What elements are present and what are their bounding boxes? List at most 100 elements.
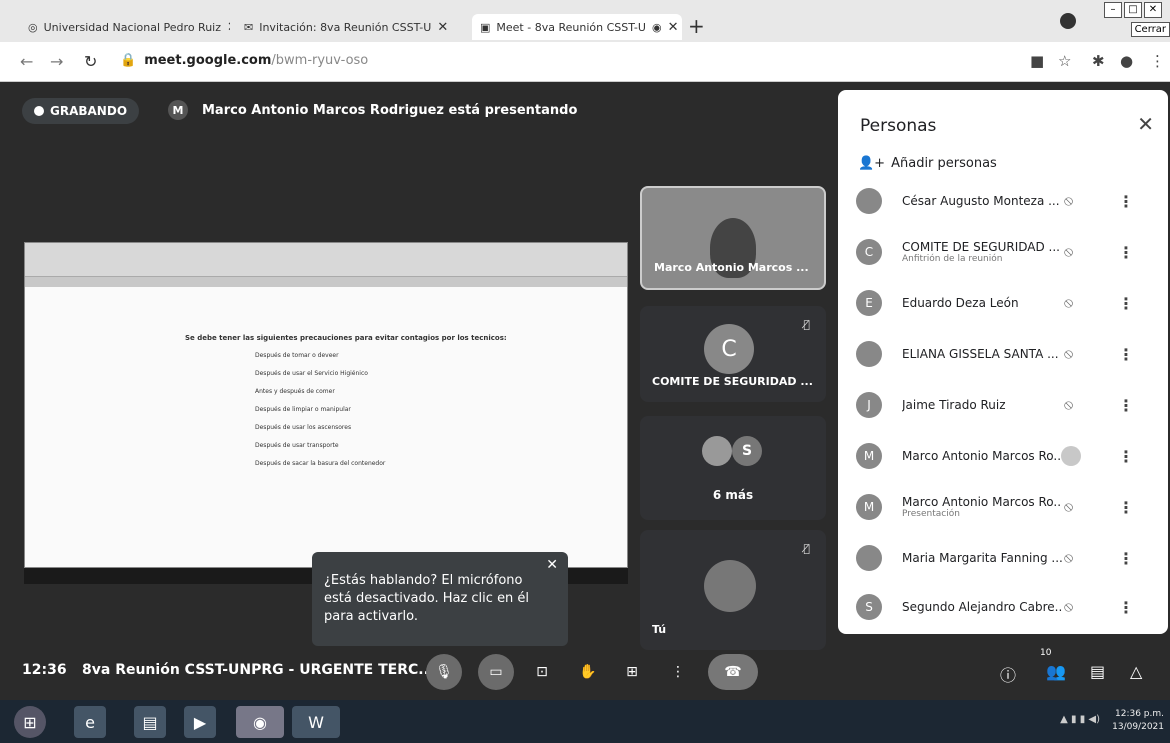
minimize-button[interactable]: – <box>1104 2 1122 18</box>
tile-name: Marco Antonio Marcos ... <box>654 261 809 274</box>
system-tray[interactable]: ▲ ▮ ▮ ◀) <box>1060 714 1100 725</box>
mic-muted-toast[interactable]: ✕ ¿Estás hablando? El micrófono está des… <box>312 552 568 646</box>
end-call-button[interactable]: ☎ <box>708 654 758 690</box>
explorer-icon[interactable]: ▤ <box>134 706 166 738</box>
captions-button[interactable]: ⊡ <box>524 654 560 690</box>
profile-avatar-icon[interactable]: ● <box>1120 52 1133 70</box>
activities-icon[interactable]: △ <box>1130 662 1142 681</box>
new-tab-button[interactable]: + <box>688 14 705 38</box>
lock-icon: 🔒 <box>120 53 137 68</box>
menu-dots-icon[interactable]: ⋮ <box>1150 52 1165 70</box>
clock-date: 13/09/2021 <box>1112 722 1164 732</box>
record-dot-icon <box>34 106 44 116</box>
tile-name: Tú <box>652 623 667 636</box>
more-options-icon[interactable]: ⋮ <box>1118 598 1134 617</box>
raise-hand-button[interactable]: ✋ <box>570 654 606 690</box>
close-icon[interactable]: ✕ <box>546 556 558 574</box>
close-icon[interactable]: ✕ <box>227 20 230 35</box>
url-path: /bwm-ryuv-oso <box>271 53 369 68</box>
info-icon[interactable]: ⓘ <box>1000 662 1016 686</box>
panel-title: Personas <box>860 116 937 136</box>
participant-row[interactable]: ELIANA GISSELA SANTA ... ⦸ ⋮ <box>856 329 1162 379</box>
reload-icon[interactable]: ↻ <box>84 52 97 71</box>
camera-icon[interactable]: ■ <box>1030 52 1044 70</box>
toast-text: ¿Estás hablando? El micrófono está desac… <box>324 573 530 624</box>
people-icon[interactable]: 👥 <box>1046 662 1066 681</box>
tab-universidad[interactable]: ◎ Universidad Nacional Pedro Ruiz ✕ <box>20 14 230 40</box>
chrome-icon[interactable]: ◉ <box>236 706 284 738</box>
more-options-icon[interactable]: ⋮ <box>1118 345 1134 364</box>
more-options-icon[interactable]: ⋮ <box>1118 447 1134 466</box>
participant-row[interactable]: Maria Margarita Fanning ... ⦸ ⋮ <box>856 533 1162 583</box>
maximize-button[interactable]: □ <box>1124 2 1142 18</box>
participant-name: ELIANA GISSELA SANTA ... <box>902 347 1059 361</box>
mic-toggle-button[interactable]: 🎙 <box>426 654 462 690</box>
close-icon[interactable]: ✕ <box>668 20 679 35</box>
close-window-button[interactable]: ✕ <box>1144 2 1162 18</box>
add-people-button[interactable]: 👤+ Añadir personas <box>858 156 997 171</box>
tab-invitacion[interactable]: ✉ Invitación: 8va Reunión CSST-U ✕ <box>236 14 466 40</box>
participant-row[interactable]: M Marco Antonio Marcos Ro... ⋮ <box>856 431 1162 481</box>
add-people-label: Añadir personas <box>891 156 997 171</box>
more-options-icon[interactable]: ⋮ <box>1118 498 1134 517</box>
word-icon[interactable]: W <box>292 706 340 738</box>
window-controls: – □ ✕ <box>1104 2 1162 18</box>
participant-name: César Augusto Monteza ... <box>902 194 1060 208</box>
participant-role: Anfitrión de la reunión <box>902 254 1003 264</box>
participant-tile-self[interactable]: 🎙̸ Tú <box>640 530 826 650</box>
more-options-icon[interactable]: ⋮ <box>1118 192 1134 211</box>
participant-avatar <box>856 545 882 571</box>
more-options-icon[interactable]: ⋮ <box>1118 294 1134 313</box>
more-options-icon[interactable]: ⋮ <box>1118 396 1134 415</box>
forward-icon[interactable]: → <box>50 52 63 71</box>
checklist-item: Después de usar el Servicio Higiénico <box>255 370 368 377</box>
participant-row[interactable]: J Jaime Tirado Ruiz ⦸ ⋮ <box>856 380 1162 430</box>
shared-document: Se debe tener las siguientes precaucione… <box>185 333 545 477</box>
taskbar-clock[interactable]: 12:36 p.m. 13/09/2021 <box>1112 708 1164 734</box>
participant-tile-more[interactable]: S 6 más <box>640 416 826 520</box>
participant-tile-presenter[interactable]: Marco Antonio Marcos ... <box>640 186 826 290</box>
participant-avatar <box>702 436 732 466</box>
participant-row[interactable]: César Augusto Monteza ... ⦸ ⋮ <box>856 176 1162 226</box>
people-panel: Personas ✕ 👤+ Añadir personas César Augu… <box>838 90 1168 634</box>
mic-off-icon: ⦸ <box>1064 193 1074 209</box>
participant-row[interactable]: M Marco Antonio Marcos Ro... Presentació… <box>856 482 1162 532</box>
media-player-icon[interactable]: ▶ <box>184 706 216 738</box>
tab-meet[interactable]: ▣ Meet - 8va Reunión CSST-U ◉ ✕ <box>472 14 682 40</box>
meeting-time: 12:36 <box>22 662 67 678</box>
clock-time: 12:36 p.m. <box>1115 709 1164 719</box>
back-icon[interactable]: ← <box>20 52 33 71</box>
participant-row[interactable]: C COMITE DE SEGURIDAD ... Anfitrión de l… <box>856 227 1162 277</box>
participant-tile-comite[interactable]: 🎙̸ C COMITE DE SEGURIDAD ... <box>640 306 826 402</box>
mic-off-icon: ⦸ <box>1064 346 1074 362</box>
bookmark-star-icon[interactable]: ☆ <box>1058 52 1071 70</box>
participant-avatar: S <box>732 436 762 466</box>
url-field[interactable]: 🔒 meet.google.com/bwm-ryuv-oso <box>120 53 368 68</box>
presenter-banner: M Marco Antonio Marcos Rodriguez está pr… <box>168 100 577 120</box>
presenting-text: Marco Antonio Marcos Rodriguez está pres… <box>202 102 578 118</box>
doc-heading: Se debe tener las siguientes precaucione… <box>185 334 507 342</box>
audio-icon: ◉ <box>651 20 662 34</box>
address-bar: ← → ↻ 🔒 meet.google.com/bwm-ryuv-oso ■ ☆… <box>0 42 1170 82</box>
start-button[interactable]: ⊞ <box>14 706 46 738</box>
mic-off-icon: ⦸ <box>1064 295 1074 311</box>
camera-toggle-button[interactable]: ▭ <box>478 654 514 690</box>
participant-name: Jaime Tirado Ruiz <box>902 398 1006 412</box>
present-button[interactable]: ⊞ <box>614 654 650 690</box>
more-options-icon[interactable]: ⋮ <box>1118 243 1134 262</box>
mic-off-icon: ⦸ <box>1064 244 1074 260</box>
close-icon[interactable]: ✕ <box>1137 112 1154 136</box>
participant-row[interactable]: E Eduardo Deza León ⦸ ⋮ <box>856 278 1162 328</box>
checklist-item: Después de usar los ascensores <box>255 424 352 431</box>
participant-role: Presentación <box>902 509 960 519</box>
close-icon[interactable]: ✕ <box>437 20 448 35</box>
more-options-button[interactable]: ⋮ <box>660 654 696 690</box>
more-options-icon[interactable]: ⋮ <box>1118 549 1134 568</box>
participant-name: Marco Antonio Marcos Ro... <box>902 449 1062 463</box>
ie-icon[interactable]: e <box>74 706 106 738</box>
chat-icon[interactable]: ▤ <box>1090 662 1105 681</box>
participant-row[interactable]: S Segundo Alejandro Cabre... ⦸ ⋮ <box>856 582 1162 632</box>
extensions-icon[interactable]: ✱ <box>1092 52 1105 70</box>
mic-off-icon: ⦸ <box>1064 599 1074 615</box>
profile-icon[interactable] <box>1060 13 1076 29</box>
